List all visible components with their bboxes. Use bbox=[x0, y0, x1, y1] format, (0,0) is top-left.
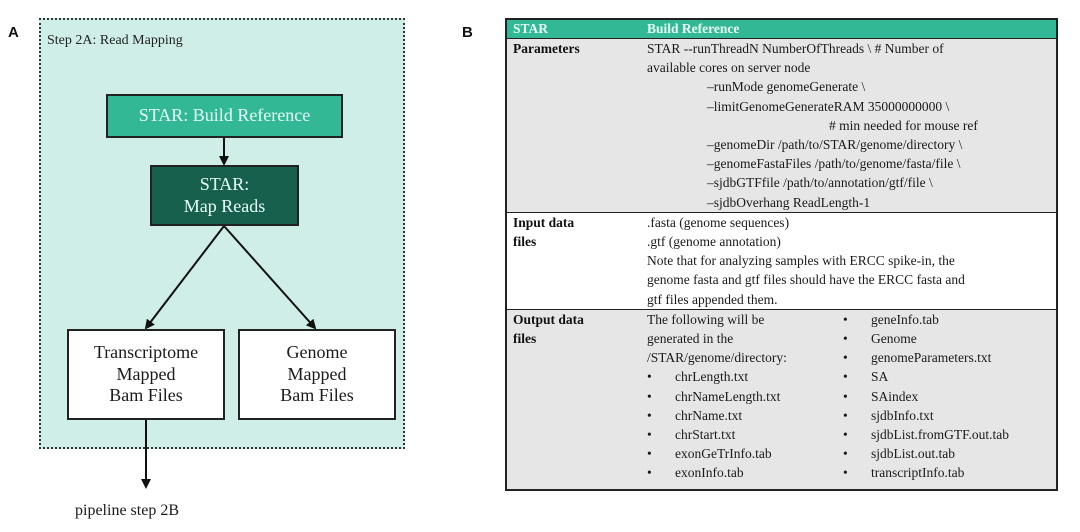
panel-b-letter: B bbox=[462, 24, 473, 41]
genome-bam-node: Genome Mapped Bam Files bbox=[238, 329, 396, 420]
output-file-name: sjdbInfo.txt bbox=[871, 407, 934, 423]
output-file-list-left: • chrLength.txt • chrNameLength.txt • chrName… bbox=[647, 367, 843, 482]
input-line: .fasta (genome sequences) bbox=[647, 214, 790, 230]
bullet-icon: • bbox=[647, 388, 652, 404]
bullet-icon: • bbox=[647, 369, 652, 385]
output-file-name: SA bbox=[871, 369, 889, 385]
output-file-item: • SA bbox=[843, 367, 1050, 386]
input-note-line: Note that for analyzing samples with ERC… bbox=[647, 253, 955, 269]
star-build-reference-table: STAR Build Reference Parameters STAR --r… bbox=[505, 18, 1058, 491]
output-file-item: • chrStart.txt bbox=[647, 425, 843, 444]
bullet-icon: • bbox=[843, 311, 848, 327]
output-file-item: • exonInfo.tab bbox=[647, 463, 843, 482]
output-file-name: Genome bbox=[871, 331, 917, 347]
command-line: –sjdbGTFfile /path/to/annotation/gtf/fil… bbox=[707, 175, 933, 191]
output-file-item: • exonGeTrInfo.tab bbox=[647, 444, 843, 463]
output-file-name: chrName.txt bbox=[675, 407, 743, 423]
output-intro-line: generated in the bbox=[647, 331, 734, 347]
output-file-name: geneInfo.tab bbox=[871, 311, 939, 327]
header-tool: STAR bbox=[513, 21, 549, 36]
table-header-row: STAR Build Reference bbox=[507, 20, 1056, 38]
command-line: –genomeFastaFiles /path/to/genome/fasta/… bbox=[707, 156, 961, 172]
output-file-name: transcriptInfo.tab bbox=[871, 465, 965, 481]
transcriptome-label-line: Bam Files bbox=[109, 385, 183, 406]
output-label: Output data files bbox=[507, 310, 647, 483]
output-file-name: chrLength.txt bbox=[675, 369, 749, 385]
output-intro-line: The following will be bbox=[647, 311, 765, 327]
transcriptome-bam-node: Transcriptome Mapped Bam Files bbox=[67, 329, 225, 420]
output-file-name: sjdbList.fromGTF.out.tab bbox=[871, 427, 1010, 443]
bullet-icon: • bbox=[647, 407, 652, 423]
parameters-row: Parameters STAR --runThreadN NumberOfThr… bbox=[507, 38, 1056, 212]
parameters-command: STAR --runThreadN NumberOfThreads \ # Nu… bbox=[647, 39, 1056, 212]
bullet-icon: • bbox=[843, 350, 848, 366]
map-reads-node: STAR: Map Reads bbox=[150, 165, 299, 226]
output-files-left: The following will be generated in the /… bbox=[647, 310, 843, 483]
bullet-icon: • bbox=[647, 446, 652, 462]
transcriptome-label-line: Transcriptome bbox=[93, 342, 199, 363]
build-reference-label: STAR: Build Reference bbox=[138, 105, 311, 126]
bullet-icon: • bbox=[843, 446, 848, 462]
output-label-line: Output data bbox=[513, 311, 584, 327]
output-file-item: • Genome bbox=[843, 329, 1050, 348]
bullet-icon: • bbox=[843, 465, 848, 481]
output-label-line: files bbox=[513, 331, 537, 347]
output-file-item: • sjdbList.fromGTF.out.tab bbox=[843, 425, 1050, 444]
input-row: Input data files .fasta (genome sequence… bbox=[507, 211, 1056, 309]
command-line: –genomeDir /path/to/STAR/genome/director… bbox=[707, 137, 963, 153]
transcriptome-label-line: Mapped bbox=[116, 363, 176, 384]
output-file-item: • chrNameLength.txt bbox=[647, 387, 843, 406]
input-files: .fasta (genome sequences) .gtf (genome a… bbox=[647, 213, 1056, 309]
output-file-name: chrNameLength.txt bbox=[675, 388, 781, 404]
command-line: STAR --runThreadN NumberOfThreads \ # Nu… bbox=[647, 41, 944, 56]
panel-a-letter: A bbox=[8, 24, 19, 41]
genome-label-line: Bam Files bbox=[280, 385, 354, 406]
input-label-line: Input data bbox=[513, 214, 575, 230]
output-file-name: genomeParameters.txt bbox=[871, 350, 992, 366]
output-file-name: SAindex bbox=[871, 388, 919, 404]
header-step: Build Reference bbox=[647, 21, 740, 36]
output-row: Output data files The following will be … bbox=[507, 308, 1056, 489]
output-file-item: • chrName.txt bbox=[647, 406, 843, 425]
bullet-icon: • bbox=[843, 331, 848, 347]
genome-label-line: Mapped bbox=[287, 363, 347, 384]
bullet-icon: • bbox=[647, 465, 652, 481]
output-files: The following will be generated in the /… bbox=[647, 310, 1056, 483]
bullet-icon: • bbox=[843, 427, 848, 443]
command-line: –limitGenomeGenerateRAM 35000000000 \ bbox=[707, 98, 950, 114]
output-file-name: exonInfo.tab bbox=[675, 465, 744, 481]
output-file-item: • transcriptInfo.tab bbox=[843, 463, 1050, 482]
stage-title: Step 2A: Read Mapping bbox=[47, 33, 183, 48]
command-line: –runMode genomeGenerate \ bbox=[707, 79, 866, 95]
output-file-name: chrStart.txt bbox=[675, 427, 736, 443]
output-file-item: • chrLength.txt bbox=[647, 367, 843, 386]
output-file-item: • SAindex bbox=[843, 387, 1050, 406]
output-file-list-right: • geneInfo.tab • Genome • genomeParameters.tx… bbox=[843, 310, 1050, 483]
output-file-item: • sjdbList.out.tab bbox=[843, 444, 1050, 463]
output-file-name: sjdbList.out.tab bbox=[871, 446, 955, 462]
input-line: .gtf (genome annotation) bbox=[647, 234, 781, 250]
bullet-icon: • bbox=[647, 427, 652, 443]
command-line: available cores on server node bbox=[647, 60, 811, 76]
map-reads-label-line: STAR: bbox=[199, 173, 250, 194]
command-comment: # min needed for mouse ref bbox=[829, 117, 978, 133]
output-intro-line: /STAR/genome/directory: bbox=[647, 350, 787, 366]
bullet-icon: • bbox=[843, 407, 848, 423]
build-reference-node: STAR: Build Reference bbox=[106, 94, 343, 138]
input-note-line: genome fasta and gtf files should have t… bbox=[647, 272, 965, 288]
bullet-icon: • bbox=[843, 388, 848, 404]
genome-label-line: Genome bbox=[286, 342, 348, 363]
parameters-label: Parameters bbox=[513, 41, 580, 56]
output-file-item: • geneInfo.tab bbox=[843, 310, 1050, 329]
bullet-icon: • bbox=[843, 369, 848, 385]
input-note-line: gtf files appended them. bbox=[647, 291, 778, 307]
map-reads-label-line: Map Reads bbox=[183, 195, 266, 216]
input-label-line: files bbox=[513, 234, 537, 250]
output-file-item: • sjdbInfo.txt bbox=[843, 406, 1050, 425]
command-line: –sjdbOverhang ReadLength-1 bbox=[707, 194, 871, 210]
input-label: Input data files bbox=[507, 213, 647, 309]
output-file-item: • genomeParameters.txt bbox=[843, 348, 1050, 367]
output-file-name: exonGeTrInfo.tab bbox=[675, 446, 772, 462]
next-step-label: pipeline step 2B bbox=[75, 502, 179, 519]
